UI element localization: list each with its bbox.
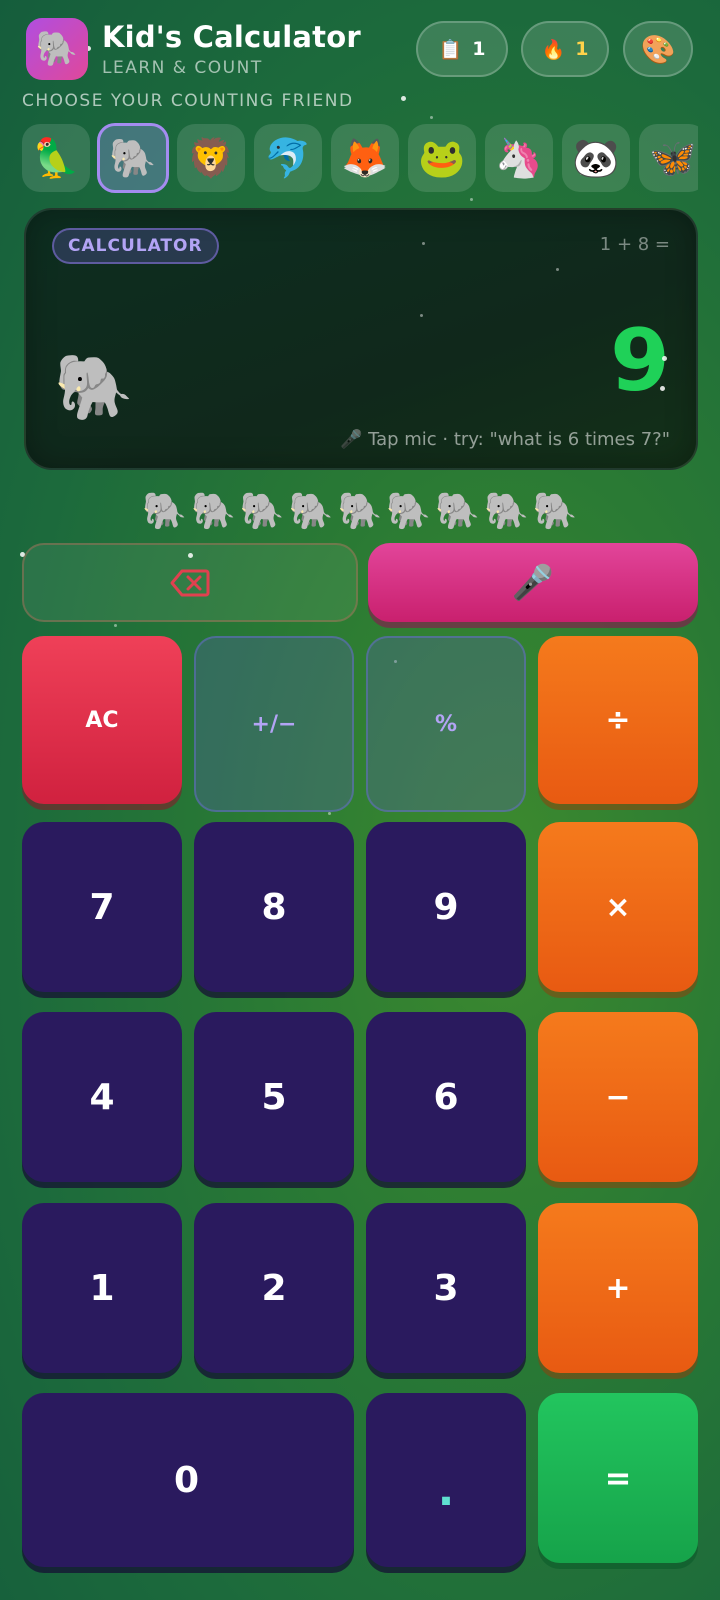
friend-dolphin[interactable]: 🐬 bbox=[254, 124, 322, 192]
digit-2-button[interactable]: 2 bbox=[194, 1203, 354, 1373]
backspace-icon bbox=[170, 569, 210, 596]
multiply-button[interactable]: × bbox=[538, 822, 698, 992]
display-friend-icon: 🐘 bbox=[54, 351, 134, 425]
sparkle-dot bbox=[401, 96, 406, 101]
sparkle-dot bbox=[420, 314, 423, 317]
digit-9-button[interactable]: 9 bbox=[366, 822, 526, 992]
elephant-count-icon: 🐘 bbox=[337, 491, 383, 532]
sparkle-dot bbox=[470, 198, 473, 201]
streak-button[interactable]: 🔥 1 bbox=[521, 21, 609, 77]
history-count: 1 bbox=[472, 38, 486, 60]
elephant-count-icon: 🐘 bbox=[142, 491, 188, 532]
equals-button[interactable]: = bbox=[538, 1393, 698, 1563]
elephant-count-icon: 🐘 bbox=[484, 491, 529, 532]
sparkle-dot bbox=[422, 242, 425, 245]
sparkle-dot bbox=[114, 624, 117, 627]
app-header: 🐘 Kid's Calculator LEARN & COUNT 📋 1 🔥 1… bbox=[26, 18, 694, 80]
sparkle-dot bbox=[556, 268, 559, 271]
digit-4-button[interactable]: 4 bbox=[22, 1012, 182, 1182]
fire-icon: 🔥 bbox=[541, 38, 566, 61]
elephant-count-icon: 🐘 bbox=[532, 491, 578, 532]
history-button[interactable]: 📋 1 bbox=[416, 21, 508, 77]
percent-button[interactable]: % bbox=[366, 636, 526, 812]
sparkle-dot bbox=[328, 812, 331, 815]
palette-icon: 🎨 bbox=[640, 32, 676, 66]
mode-badge: CALCULATOR bbox=[52, 228, 219, 264]
friend-parrot[interactable]: 🦜 bbox=[22, 124, 90, 192]
elephant-count-icon: 🐘 bbox=[288, 491, 334, 532]
backspace-button[interactable] bbox=[22, 543, 358, 622]
digit-3-button[interactable]: 3 bbox=[366, 1203, 526, 1373]
elephant-count-icon: 🐘 bbox=[191, 491, 236, 532]
sparkle-dot bbox=[660, 386, 665, 391]
calculator-display: CALCULATOR 1 + 8 = 🐘 9 🎤 Tap mic · try: … bbox=[24, 208, 698, 470]
counting-row: 🐘 🐘 🐘 🐘 🐘 🐘 🐘 🐘 🐘 bbox=[0, 490, 720, 536]
app-logo-icon: 🐘 bbox=[26, 18, 88, 80]
friend-selector[interactable]: 🦜 🐘 🦁 🐬 🦊 🐸 🦄 🐼 🦋 bbox=[22, 123, 698, 193]
digit-1-button[interactable]: 1 bbox=[22, 1203, 182, 1373]
friend-fox[interactable]: 🦊 bbox=[331, 124, 399, 192]
sparkle-dot bbox=[662, 356, 667, 361]
elephant-count-icon: 🐘 bbox=[386, 491, 432, 532]
digit-8-button[interactable]: 8 bbox=[194, 822, 354, 992]
subtract-button[interactable]: − bbox=[538, 1012, 698, 1182]
digit-7-button[interactable]: 7 bbox=[22, 822, 182, 992]
friend-elephant[interactable]: 🐘 bbox=[97, 123, 169, 193]
clipboard-icon: 📋 bbox=[438, 38, 463, 61]
mic-button[interactable]: 🎤 bbox=[368, 543, 698, 622]
streak-count: 1 bbox=[575, 38, 589, 60]
expression-text: 1 + 8 = bbox=[599, 234, 670, 255]
friends-section-label: CHOOSE YOUR COUNTING FRIEND bbox=[22, 91, 354, 111]
add-button[interactable]: + bbox=[538, 1203, 698, 1373]
sign-toggle-button[interactable]: +/− bbox=[194, 636, 354, 812]
elephant-count-icon: 🐘 bbox=[239, 491, 285, 532]
microphone-icon: 🎤 bbox=[511, 562, 555, 603]
sparkle-dot bbox=[430, 116, 433, 119]
friend-unicorn[interactable]: 🦄 bbox=[485, 124, 553, 192]
app-subtitle: LEARN & COUNT bbox=[102, 58, 263, 78]
digit-0-button[interactable]: 0 bbox=[22, 1393, 354, 1567]
digit-5-button[interactable]: 5 bbox=[194, 1012, 354, 1182]
app-title: Kid's Calculator bbox=[102, 20, 361, 54]
result-value: 9 bbox=[610, 311, 670, 411]
friend-lion[interactable]: 🦁 bbox=[177, 124, 245, 192]
friend-butterfly[interactable]: 🦋 bbox=[639, 124, 698, 192]
theme-button[interactable]: 🎨 bbox=[623, 21, 693, 77]
clear-button[interactable]: AC bbox=[22, 636, 182, 804]
elephant-count-icon: 🐘 bbox=[435, 491, 481, 532]
friend-panda[interactable]: 🐼 bbox=[562, 124, 630, 192]
digit-6-button[interactable]: 6 bbox=[366, 1012, 526, 1182]
voice-hint: 🎤 Tap mic · try: "what is 6 times 7?" bbox=[339, 429, 670, 450]
friend-frog[interactable]: 🐸 bbox=[408, 124, 476, 192]
decimal-button[interactable]: . bbox=[366, 1393, 526, 1567]
divide-button[interactable]: ÷ bbox=[538, 636, 698, 804]
decimal-point-label: . bbox=[437, 1464, 455, 1516]
